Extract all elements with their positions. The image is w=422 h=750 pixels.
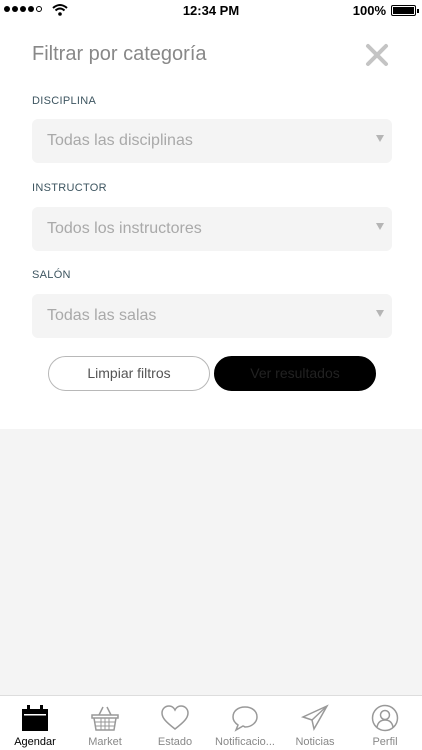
dropdown-caret-icon bbox=[376, 223, 384, 230]
paper-plane-icon bbox=[300, 704, 329, 732]
tab-label: Noticias bbox=[295, 736, 335, 748]
tab-perfil[interactable]: Perfil bbox=[350, 696, 420, 750]
filter-panel: Filtrar por categoría DISCIPLINA Todas l… bbox=[0, 20, 422, 429]
user-icon bbox=[371, 704, 399, 732]
clear-filters-button[interactable]: Limpiar filtros bbox=[48, 356, 210, 391]
tab-label: Notificacio... bbox=[215, 736, 275, 748]
tab-label: Market bbox=[88, 736, 122, 748]
tab-label: Estado bbox=[157, 736, 193, 748]
tab-market[interactable]: Market bbox=[70, 696, 140, 750]
instructor-label: INSTRUCTOR bbox=[32, 182, 107, 194]
tab-estado[interactable]: Estado bbox=[140, 696, 210, 750]
tab-bar: Agendar Market Estado Notificacio... Not… bbox=[0, 695, 422, 750]
view-results-button[interactable]: Ver resultados bbox=[214, 356, 376, 391]
discipline-select[interactable]: Todas las disciplinas bbox=[32, 119, 392, 163]
tab-notificaciones[interactable]: Notificacio... bbox=[210, 696, 280, 750]
tab-agendar[interactable]: Agendar bbox=[0, 696, 70, 750]
room-label: SALÓN bbox=[32, 269, 71, 281]
room-select-value: Todas las salas bbox=[47, 307, 157, 324]
tab-label: Perfil bbox=[372, 736, 398, 748]
tab-noticias[interactable]: Noticias bbox=[280, 696, 350, 750]
battery-icon bbox=[391, 5, 419, 16]
close-icon[interactable] bbox=[364, 42, 390, 68]
chat-bubble-icon bbox=[232, 706, 258, 732]
instructor-select-value: Todos los instructores bbox=[47, 220, 202, 237]
discipline-select-value: Todas las disciplinas bbox=[47, 132, 193, 149]
battery-percent: 100% bbox=[352, 3, 386, 18]
dropdown-caret-icon bbox=[376, 135, 384, 142]
calendar-icon bbox=[22, 705, 48, 731]
heart-icon bbox=[161, 705, 189, 730]
dropdown-caret-icon bbox=[376, 310, 384, 317]
basket-icon bbox=[91, 706, 119, 731]
filter-title: Filtrar por categoría bbox=[32, 43, 207, 65]
tab-label: Agendar bbox=[14, 736, 56, 748]
status-bar: 12:34 PM 100% bbox=[0, 0, 422, 20]
instructor-select[interactable]: Todos los instructores bbox=[32, 207, 392, 251]
discipline-label: DISCIPLINA bbox=[32, 95, 97, 107]
room-select[interactable]: Todas las salas bbox=[32, 294, 392, 338]
